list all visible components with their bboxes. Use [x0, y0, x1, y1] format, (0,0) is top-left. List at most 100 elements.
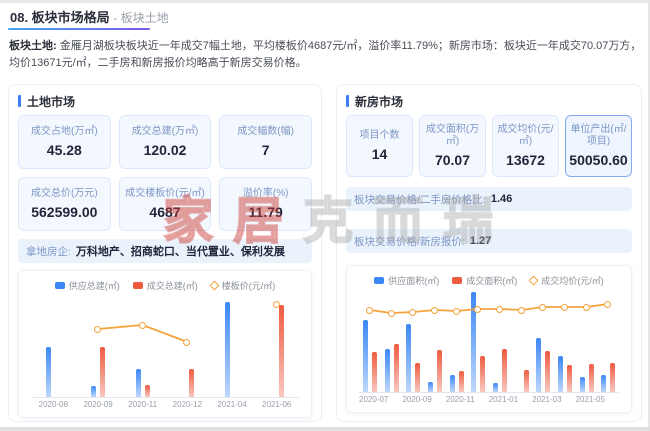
new-house-chart-card: 供应面积(㎡) 成交面积(㎡) 成交均价(元/㎡) 2020-072020-09… — [346, 265, 632, 413]
new-house-section-title: 新房市场 — [355, 93, 403, 110]
line-point-marker — [453, 308, 460, 315]
x-tick-label — [605, 395, 619, 404]
stat-value: 45.28 — [47, 142, 82, 158]
ratio-label: 板块交易价格/新房报价: — [354, 234, 465, 249]
line-point-marker — [431, 307, 438, 314]
stat-value: 4687 — [149, 204, 180, 220]
line-series — [359, 292, 619, 392]
new-house-chart-legend: 供应面积(㎡) 成交面积(㎡) 成交均价(元/㎡) — [347, 274, 631, 286]
legend-label: 楼板价(元/㎡) — [222, 279, 276, 292]
stat-value: 120.02 — [144, 142, 187, 158]
land-section-header: 土地市场 — [18, 94, 312, 108]
line-point-marker — [139, 322, 146, 329]
ratio-label: 板块交易价格/二手房价格比: — [354, 192, 486, 207]
legend-item-supply-area[interactable]: 供应面积(㎡) — [374, 274, 439, 287]
stat-label: 成交均价(元/㎡) — [495, 124, 556, 148]
stat-card-avg-price: 成交均价(元/㎡) 13672 — [492, 115, 559, 177]
land-chart-legend: 供应总建(㎡) 成交总建(㎡) 楼板价(元/㎡) — [19, 279, 311, 291]
stat-card-gfa: 成交总建(万㎡) 120.02 — [119, 115, 212, 169]
line-series — [31, 297, 299, 397]
stat-label: 单位产出(㎡/项目) — [568, 124, 629, 148]
stat-label: 项目个数 — [360, 130, 400, 142]
stat-label: 成交面积(万㎡) — [422, 124, 483, 148]
legend-label: 供应面积(㎡) — [388, 274, 439, 287]
orange-diamond-icon — [209, 280, 219, 290]
developers-label: 拿地房企: — [26, 244, 71, 259]
stat-card-land-area: 成交占地(万㎡) 45.28 — [18, 115, 111, 169]
stat-label: 成交楼板价(元/㎡) — [125, 188, 204, 200]
new-house-section-header: 新房市场 — [346, 94, 632, 108]
new-house-panel: 新房市场 项目个数 14 成交面积(万㎡) 70.07 成交均价(元/㎡) 13… — [336, 84, 642, 422]
line-point-marker — [561, 304, 568, 311]
legend-label: 成交均价(元/㎡) — [541, 274, 604, 287]
header-gradient-underline — [8, 28, 150, 30]
ratio-value: 1.46 — [491, 193, 512, 205]
summary-lead-label: 板块土地: — [9, 40, 57, 52]
x-tick-label: 2020-09 — [76, 400, 121, 409]
x-axis-labels: 2020-072020-092020-112021-012021-032021-… — [359, 395, 619, 404]
x-tick-label — [432, 395, 446, 404]
line-point-marker — [388, 310, 395, 317]
section-accent-bar-icon — [346, 95, 349, 107]
legend-label: 成交面积(㎡) — [466, 274, 517, 287]
blue-square-icon — [374, 277, 384, 284]
stat-value: 70.07 — [435, 152, 470, 168]
page-subtitle: - 板块土地 — [113, 11, 168, 25]
stat-card-output-per-project: 单位产出(㎡/项目) 50050.60 — [565, 115, 632, 177]
plot-area[interactable] — [31, 297, 299, 398]
ratio-value: 1.27 — [470, 235, 491, 247]
land-developers-row: 拿地房企: 万科地产、招商蛇口、当代置业、保利发展 — [18, 239, 312, 263]
x-tick-label — [388, 395, 402, 404]
stat-card-floor-price: 成交楼板价(元/㎡) 4687 — [119, 177, 212, 231]
land-stat-cards-row-2: 成交总价(万元) 562599.00 成交楼板价(元/㎡) 4687 溢价率(%… — [18, 177, 312, 231]
line-point-marker — [273, 301, 280, 308]
page-top-edge — [0, 0, 650, 3]
stat-value: 50050.60 — [569, 152, 627, 168]
land-section-title: 土地市场 — [27, 93, 75, 110]
line-point-marker — [518, 307, 525, 314]
land-chart-card: 供应总建(㎡) 成交总建(㎡) 楼板价(元/㎡) 2020-082020-092… — [18, 270, 312, 418]
x-tick-label — [475, 395, 489, 404]
x-tick-label: 2020-11 — [446, 395, 475, 404]
page-header: 08. 板块市场格局 - 板块土地 — [10, 7, 169, 26]
legend-item-avg-price[interactable]: 成交均价(元/㎡) — [530, 274, 604, 287]
stat-label: 成交占地(万㎡) — [31, 126, 98, 138]
line-point-marker — [94, 326, 101, 333]
stat-value: 7 — [262, 142, 270, 158]
legend-item-supply-gfa[interactable]: 供应总建(㎡) — [55, 279, 120, 292]
plot-area[interactable] — [359, 292, 619, 393]
legend-item-floor-price[interactable]: 楼板价(元/㎡) — [211, 279, 276, 292]
stat-card-project-count: 项目个数 14 — [346, 115, 413, 177]
x-tick-label: 2021-06 — [254, 400, 299, 409]
legend-label: 供应总建(㎡) — [69, 279, 120, 292]
x-axis-labels: 2020-082020-092020-112020-122021-042021-… — [31, 400, 299, 409]
orange-diamond-icon — [529, 275, 539, 285]
summary-paragraph: 板块土地: 金雁月湖板块板块近一年成交7幅土地，平均楼板价4687元/㎡，溢价率… — [9, 38, 643, 72]
x-tick-label: 2021-04 — [210, 400, 255, 409]
x-tick-label — [518, 395, 532, 404]
blue-square-icon — [55, 282, 65, 289]
stat-label: 溢价率(%) — [243, 188, 289, 200]
red-square-icon — [452, 277, 462, 284]
x-tick-label: 2021-01 — [489, 395, 518, 404]
x-tick-label — [562, 395, 576, 404]
x-tick-label: 2021-03 — [532, 395, 561, 404]
line-point-marker — [583, 304, 590, 311]
stat-label: 成交总价(万元) — [31, 188, 98, 200]
x-tick-label: 2020-12 — [165, 400, 210, 409]
legend-item-deal-area[interactable]: 成交面积(㎡) — [452, 274, 517, 287]
line-point-marker — [366, 307, 373, 314]
legend-label: 成交总建(㎡) — [147, 279, 198, 292]
new-house-stat-cards-row: 项目个数 14 成交面积(万㎡) 70.07 成交均价(元/㎡) 13672 单… — [346, 115, 632, 177]
stat-card-deal-area: 成交面积(万㎡) 70.07 — [419, 115, 486, 177]
stat-value: 13672 — [506, 152, 545, 168]
land-stat-cards-row-1: 成交占地(万㎡) 45.28 成交总建(万㎡) 120.02 成交幅数(幅) 7 — [18, 115, 312, 169]
stat-label: 成交总建(万㎡) — [132, 126, 199, 138]
legend-item-deal-gfa[interactable]: 成交总建(㎡) — [133, 279, 198, 292]
stat-value: 11.79 — [249, 204, 283, 220]
section-accent-bar-icon — [18, 95, 21, 107]
x-tick-label: 2020-11 — [120, 400, 165, 409]
line-point-marker — [496, 306, 503, 313]
developers-value: 万科地产、招商蛇口、当代置业、保利发展 — [76, 243, 285, 259]
ratio-row-secondhand: 板块交易价格/二手房价格比: 1.46 — [346, 187, 632, 211]
